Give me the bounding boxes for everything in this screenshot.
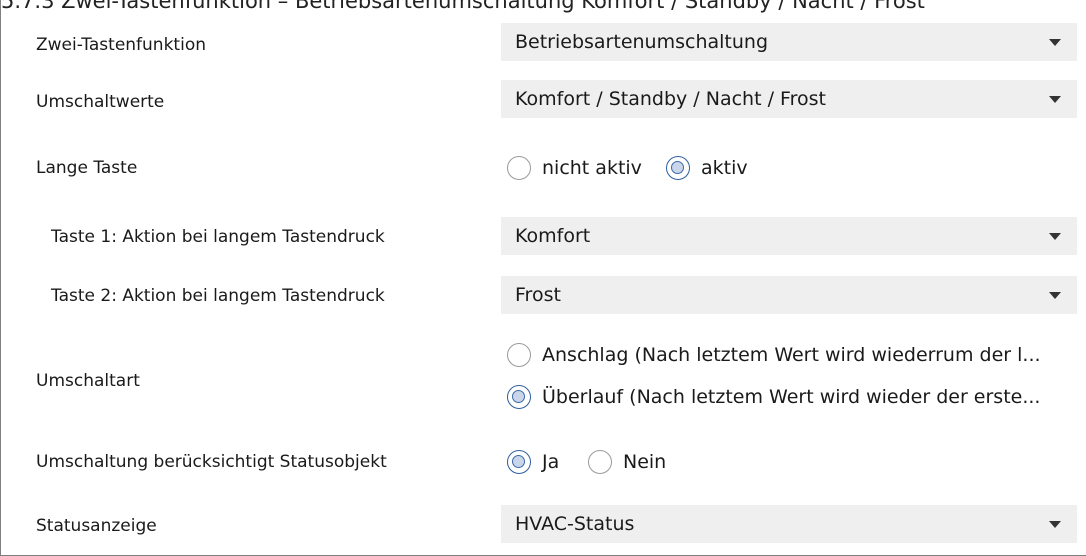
label-umschaltwerte: Umschaltwerte xyxy=(36,92,165,112)
cutoff-heading: 5.7.3 Zwei-Tastenfunktion – Betriebsarte… xyxy=(1,0,925,13)
select-value: Komfort / Standby / Nacht / Frost xyxy=(515,88,826,110)
radio-label-ueberlauf: Überlauf (Nach letztem Wert wird wieder … xyxy=(542,386,1041,408)
radio-label-nein: Nein xyxy=(623,451,667,473)
parameter-panel: 5.7.3 Zwei-Tastenfunktion – Betriebsarte… xyxy=(0,0,1086,556)
select-statusanzeige[interactable]: HVAC-Status xyxy=(501,505,1077,543)
select-value: Frost xyxy=(515,284,561,306)
label-taste2: Taste 2: Aktion bei langem Tastendruck xyxy=(51,286,385,306)
label-zwei-tastenfunktion: Zwei-Tastenfunktion xyxy=(36,35,206,55)
radio-nein[interactable] xyxy=(588,450,612,474)
radio-anschlag[interactable] xyxy=(507,343,531,367)
radio-label-aktiv: aktiv xyxy=(701,157,748,179)
select-umschaltwerte[interactable]: Komfort / Standby / Nacht / Frost xyxy=(501,80,1077,118)
label-lange-taste: Lange Taste xyxy=(36,158,138,178)
radio-label-nicht-aktiv: nicht aktiv xyxy=(542,157,642,179)
chevron-down-icon xyxy=(1049,233,1061,240)
radio-ueberlauf[interactable] xyxy=(507,385,531,409)
select-zwei-tastenfunktion[interactable]: Betriebsartenumschaltung xyxy=(501,23,1077,61)
select-taste2[interactable]: Frost xyxy=(501,276,1077,314)
radio-ja[interactable] xyxy=(507,450,531,474)
radio-label-ja: Ja xyxy=(542,451,560,473)
select-value: Komfort xyxy=(515,225,591,247)
radio-nicht-aktiv[interactable] xyxy=(507,156,531,180)
chevron-down-icon xyxy=(1049,292,1061,299)
radio-aktiv[interactable] xyxy=(666,156,690,180)
select-taste1[interactable]: Komfort xyxy=(501,217,1077,255)
label-statusanzeige: Statusanzeige xyxy=(36,516,157,536)
label-taste1: Taste 1: Aktion bei langem Tastendruck xyxy=(51,227,385,247)
select-value: Betriebsartenumschaltung xyxy=(515,31,769,53)
chevron-down-icon xyxy=(1049,39,1061,46)
radio-label-anschlag: Anschlag (Nach letztem Wert wird wiederr… xyxy=(542,344,1041,366)
label-umschaltart: Umschaltart xyxy=(36,371,140,391)
chevron-down-icon xyxy=(1049,96,1061,103)
chevron-down-icon xyxy=(1049,521,1061,528)
label-umschaltung-status: Umschaltung berücksichtigt Statusobjekt xyxy=(36,452,387,472)
select-value: HVAC-Status xyxy=(515,513,635,535)
